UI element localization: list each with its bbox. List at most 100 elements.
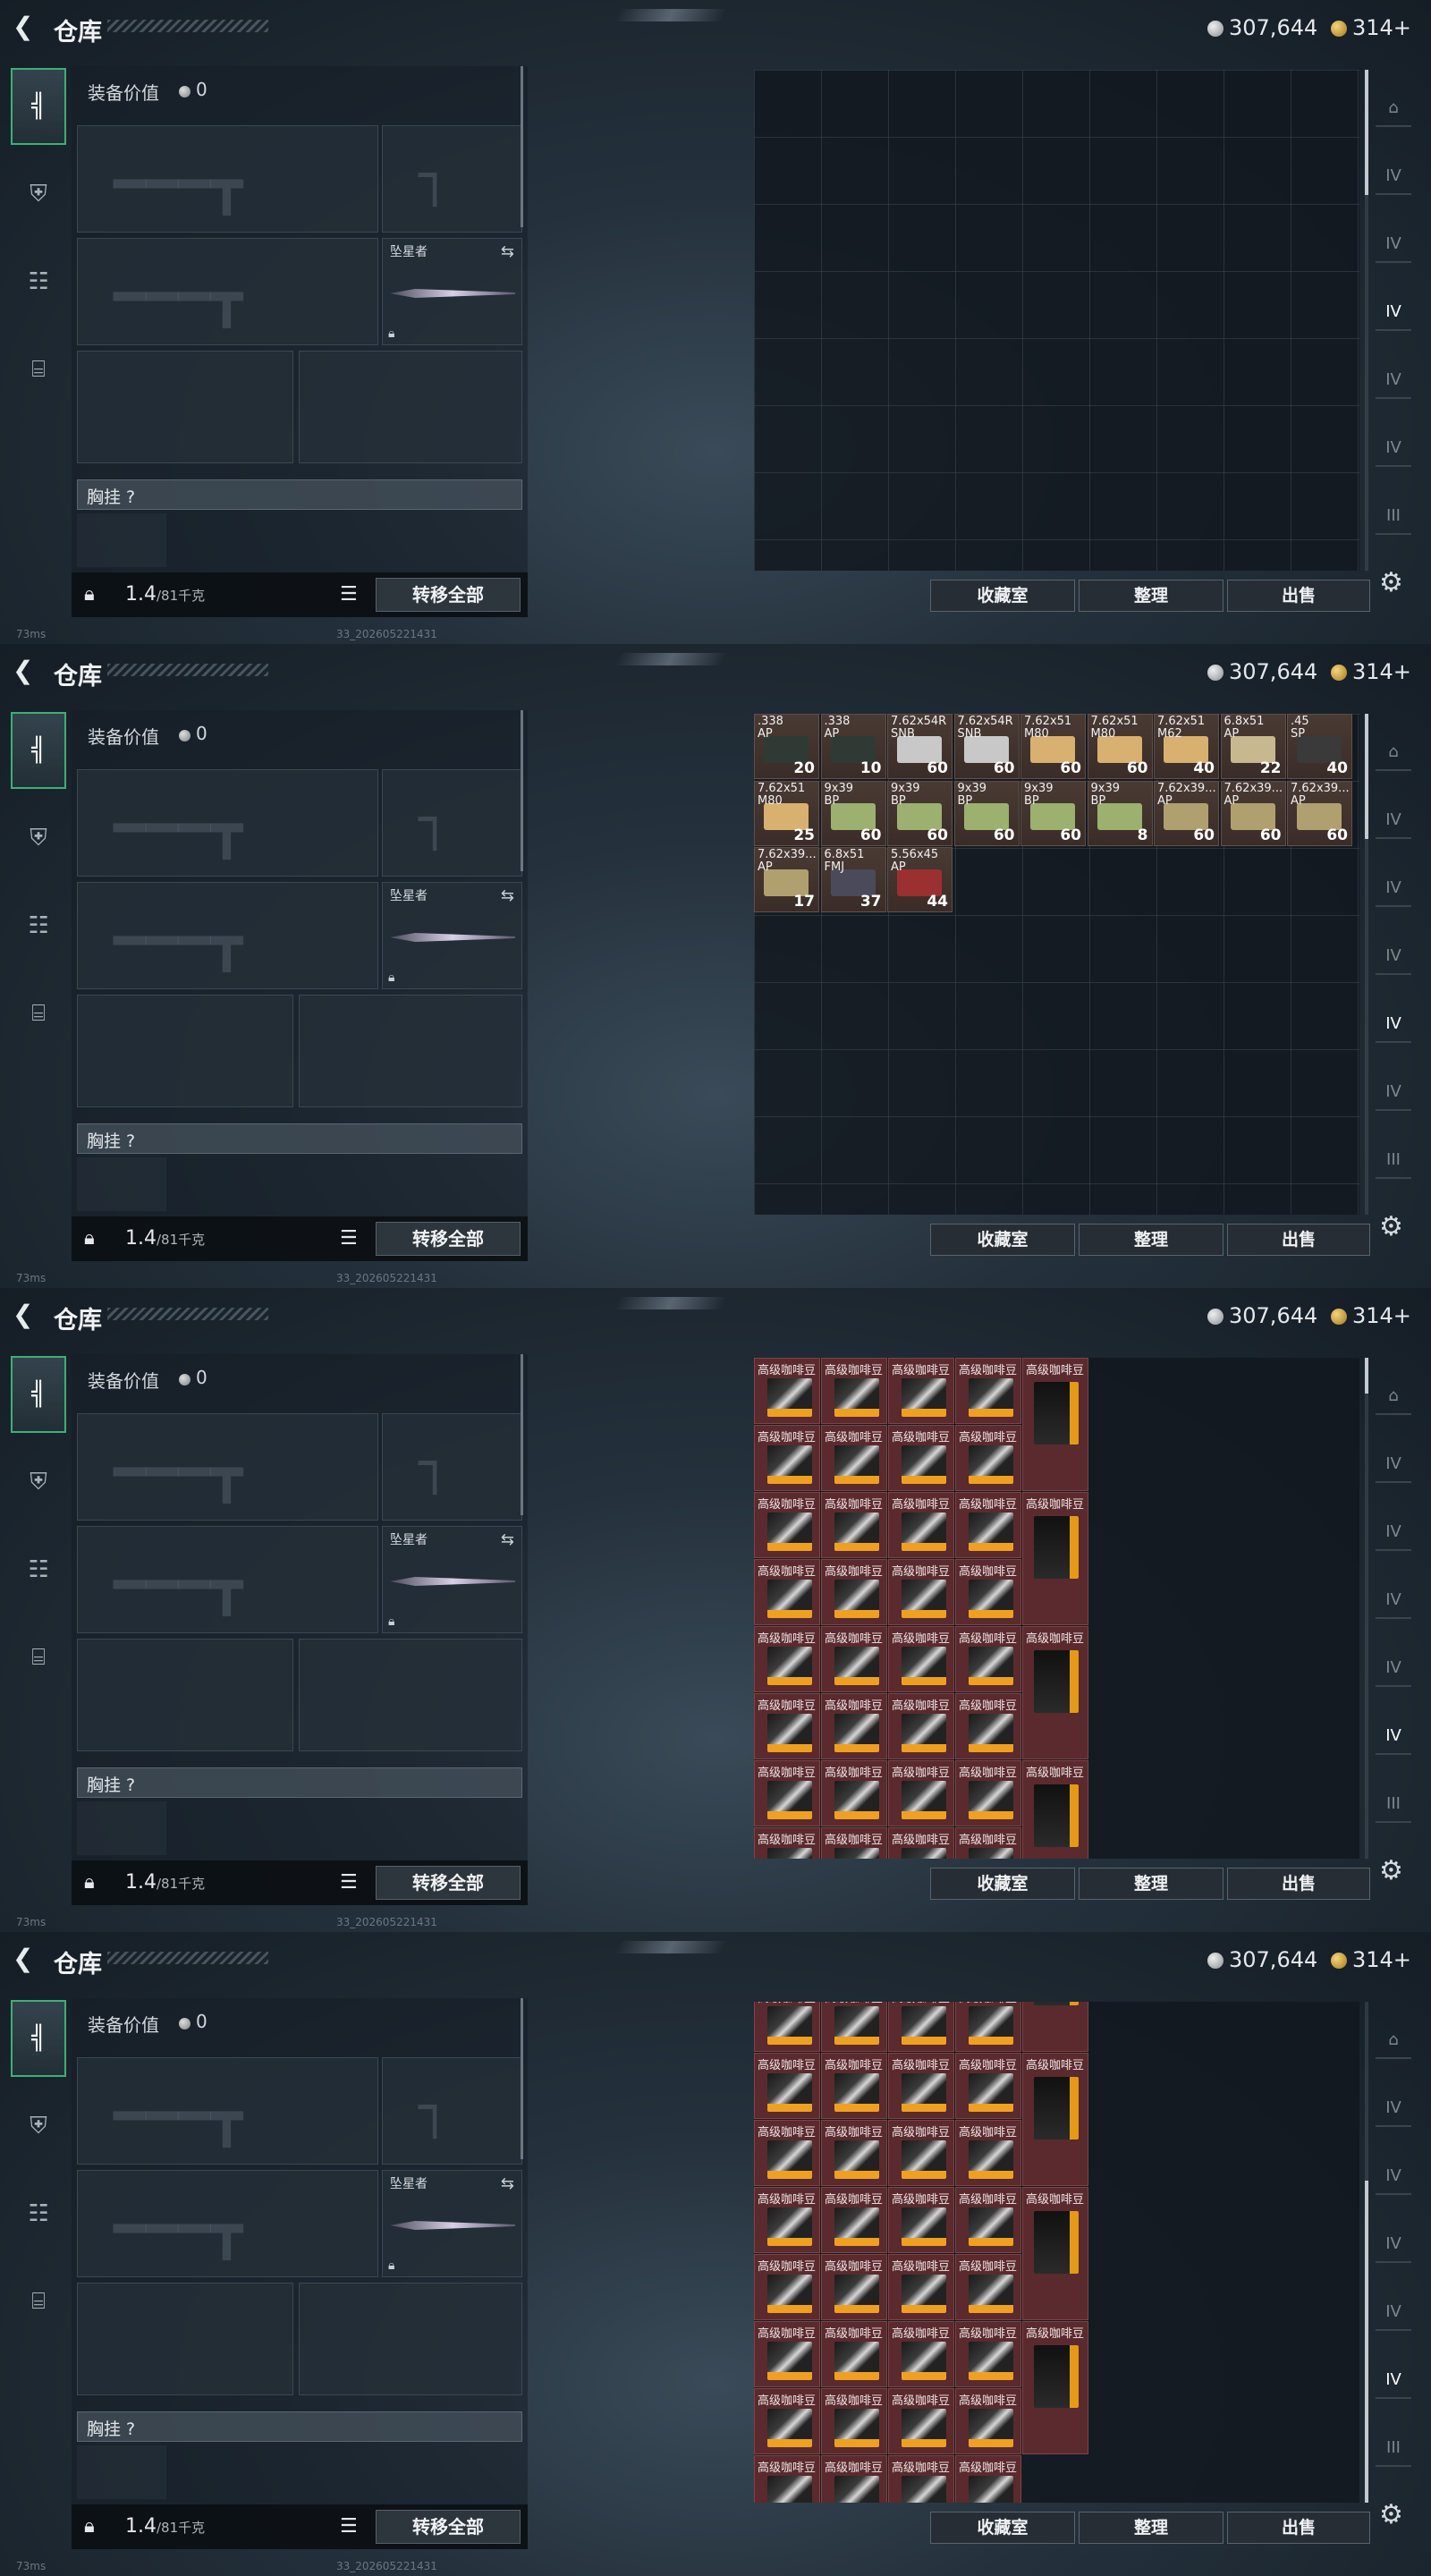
tab-backpack[interactable]: ⌸ [11, 1619, 66, 1696]
collection-button[interactable]: 收藏室 [930, 580, 1075, 612]
coffee-bag-item[interactable]: 高级咖啡豆 [1022, 2053, 1088, 2186]
pistol-slot[interactable]: ┐ [382, 1413, 522, 1521]
collection-button[interactable]: 收藏室 [930, 1868, 1075, 1900]
stash-page-3-icon[interactable]: IV [1376, 937, 1411, 975]
coffee-item[interactable]: 高级咖啡豆 [888, 1358, 954, 1424]
equipment-scrollbar[interactable] [521, 1998, 523, 2159]
coffee-bag-item[interactable]: 高级咖啡豆 [1022, 1358, 1088, 1491]
stash-page-5-icon[interactable]: IV [1376, 429, 1411, 467]
coffee-item[interactable]: 高级咖啡豆 [888, 1626, 954, 1692]
tab-armor[interactable]: ⛨ [11, 800, 66, 877]
stash-page-6-icon[interactable]: III [1376, 1141, 1411, 1179]
sell-button[interactable]: 出售 [1227, 1868, 1370, 1900]
coffee-item[interactable]: 高级咖啡豆 [754, 1626, 820, 1692]
helmet-slot[interactable] [77, 351, 293, 463]
ammo-item[interactable]: .338 AP 10 [820, 714, 886, 779]
stash-page-3-icon[interactable]: IV [1376, 1581, 1411, 1619]
ammo-item[interactable]: 7.62x54R SNB 60 [953, 714, 1020, 779]
ammo-item[interactable]: 5.56x45 AP 44 [887, 847, 953, 912]
stash-page-1-icon[interactable]: IV [1376, 1445, 1411, 1483]
coffee-item[interactable]: 高级咖啡豆 [821, 1358, 887, 1424]
gear-icon[interactable]: ⚙ [1379, 1855, 1403, 1886]
coffee-item[interactable]: 高级咖啡豆 [821, 1626, 887, 1692]
pistol-slot[interactable]: ┐ [382, 125, 522, 233]
ammo-item[interactable]: 9x39 BP 60 [820, 780, 886, 846]
coffee-bag-item[interactable]: 高级咖啡豆 [1022, 1760, 1088, 1859]
tab-rig[interactable]: ☷ [11, 243, 66, 320]
ammo-item[interactable]: .45 SP 40 [1287, 714, 1352, 779]
gold-balance[interactable]: 314+ [1331, 658, 1411, 685]
ammo-item[interactable]: 7.62x51 M80 60 [1087, 714, 1153, 779]
stash-page-4-icon[interactable]: IV [1376, 2293, 1411, 2331]
chevron-left-icon[interactable]: ❮ [13, 1302, 38, 1327]
stash-grid[interactable] [754, 70, 1359, 571]
ammo-item[interactable]: 7.62x51 M80 25 [754, 780, 819, 846]
secondary-weapon-slot[interactable]: ━━━┳ [77, 238, 378, 345]
equipment-scrollbar[interactable] [521, 1354, 523, 1515]
coffee-item[interactable]: 高级咖啡豆 [754, 1492, 820, 1558]
stash-scrollbar[interactable] [1365, 714, 1368, 1215]
chest-rig-slot[interactable] [77, 1801, 166, 1855]
coffee-item[interactable]: 高级咖啡豆 [754, 2120, 820, 2186]
gear-icon[interactable]: ⚙ [1379, 1211, 1403, 1242]
list-icon[interactable]: ☰ [340, 2515, 358, 2538]
coffee-item[interactable]: 高级咖啡豆 [888, 2321, 954, 2387]
coffee-item[interactable]: 高级咖啡豆 [955, 1425, 1021, 1491]
transfer-all-button[interactable]: 转移全部 [376, 2510, 521, 2544]
coffee-item[interactable]: 高级咖啡豆 [888, 1693, 954, 1759]
coffee-item[interactable]: 高级咖啡豆 [888, 1425, 954, 1491]
tab-armor[interactable]: ⛨ [11, 1444, 66, 1521]
coffee-item[interactable]: 高级咖啡豆 [955, 2002, 1021, 2052]
coffee-item[interactable]: 高级咖啡豆 [888, 2187, 954, 2253]
coffee-item[interactable]: 高级咖啡豆 [955, 2388, 1021, 2454]
stash-page-6-icon[interactable]: III [1376, 497, 1411, 535]
stash-page-4-icon[interactable]: IV [1376, 1649, 1411, 1687]
ammo-item[interactable]: 9x39 BP 60 [1020, 780, 1086, 846]
sell-button[interactable]: 出售 [1227, 580, 1370, 612]
chest-rig-header[interactable]: 胸挂 ? [77, 1767, 522, 1798]
transfer-all-button[interactable]: 转移全部 [376, 1222, 521, 1256]
melee-slot[interactable]: 坠星者 ⇆ 🔒︎ [382, 882, 522, 989]
coffee-item[interactable]: 高级咖啡豆 [955, 2321, 1021, 2387]
ammo-item[interactable]: 7.62x51 M62 40 [1154, 714, 1219, 779]
coffee-item[interactable]: 高级咖啡豆 [955, 1492, 1021, 1558]
secondary-weapon-slot[interactable]: ━━━┳ [77, 1526, 378, 1633]
swap-icon[interactable]: ⇆ [501, 1530, 514, 1549]
coffee-item[interactable]: 高级咖啡豆 [888, 1760, 954, 1826]
coffee-bag-item[interactable]: 高级咖啡豆 [1022, 2321, 1088, 2454]
helmet-slot[interactable] [77, 2283, 293, 2395]
coffee-item[interactable]: 高级咖啡豆 [955, 2053, 1021, 2119]
chest-rig-header[interactable]: 胸挂 ? [77, 2411, 522, 2442]
coffee-item[interactable]: 高级咖啡豆 [754, 2254, 820, 2320]
coffee-item[interactable]: 高级咖啡豆 [888, 2053, 954, 2119]
coffee-item[interactable]: 高级咖啡豆 [888, 2254, 954, 2320]
lock-icon[interactable]: 🔒︎ [84, 583, 95, 606]
chest-rig-slot[interactable] [77, 1157, 166, 1211]
body-armor-slot[interactable] [299, 995, 522, 1107]
coffee-item[interactable]: 高级咖啡豆 [821, 1760, 887, 1826]
stash-page-2-icon[interactable]: IV [1376, 2157, 1411, 2195]
stash-page-3-icon[interactable]: IV [1376, 293, 1411, 331]
coffee-item[interactable]: 高级咖啡豆 [821, 1492, 887, 1558]
chevron-left-icon[interactable]: ❮ [13, 658, 38, 683]
coffee-item[interactable]: 高级咖啡豆 [821, 2254, 887, 2320]
stash-page-5-icon[interactable]: IV [1376, 1717, 1411, 1755]
stash-page-6-icon[interactable]: III [1376, 2429, 1411, 2467]
stash-home-icon[interactable]: ⌂ [1376, 89, 1411, 127]
stash-grid[interactable]: 高级咖啡豆 高级咖啡豆 高级咖啡豆 高级咖啡豆 高级咖啡豆 高级咖啡豆 高级咖啡豆 高级咖啡豆… [754, 1358, 1359, 1859]
coffee-item[interactable]: 高级咖啡豆 [754, 1559, 820, 1625]
coffee-item[interactable]: 高级咖啡豆 [754, 2321, 820, 2387]
helmet-slot[interactable] [77, 1639, 293, 1751]
coffee-item[interactable]: 高级咖啡豆 [888, 1827, 954, 1859]
stash-page-5-icon[interactable]: IV [1376, 1073, 1411, 1111]
ammo-item[interactable]: 6.8x51 AP 22 [1220, 714, 1286, 779]
collection-button[interactable]: 收藏室 [930, 2512, 1075, 2544]
transfer-all-button[interactable]: 转移全部 [376, 1866, 521, 1900]
ammo-item[interactable]: 7.62x39... AP 60 [1287, 780, 1352, 846]
sell-button[interactable]: 出售 [1227, 2512, 1370, 2544]
stash-page-1-icon[interactable]: IV [1376, 157, 1411, 195]
stash-page-5-icon[interactable]: IV [1376, 2361, 1411, 2399]
tab-backpack[interactable]: ⌸ [11, 2263, 66, 2340]
swap-icon[interactable]: ⇆ [501, 2174, 514, 2193]
coffee-item[interactable]: 高级咖啡豆 [821, 1559, 887, 1625]
